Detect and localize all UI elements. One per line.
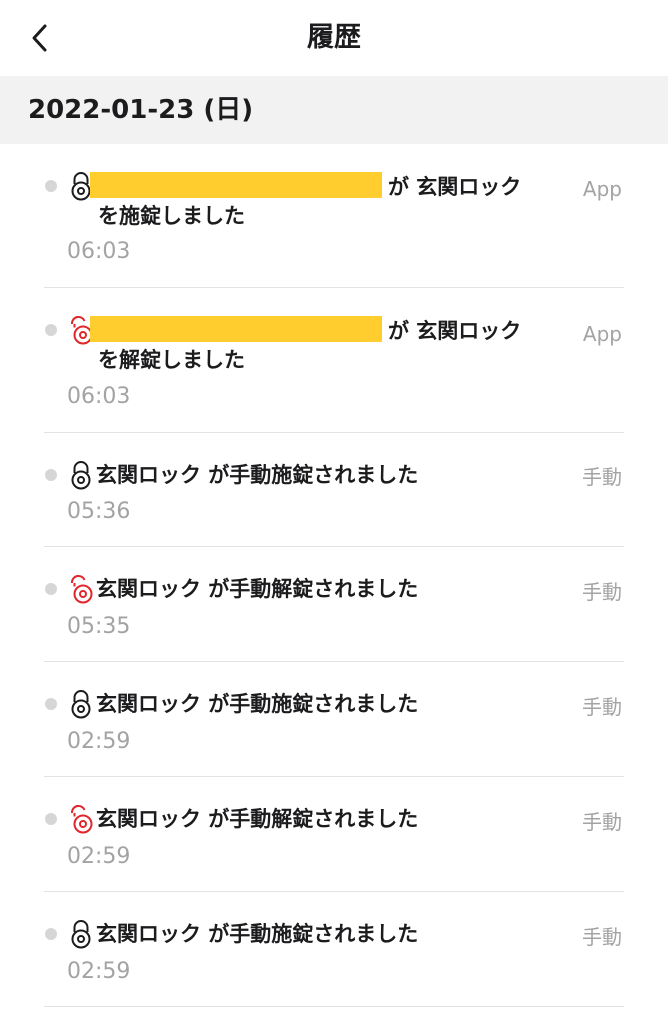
history-entry[interactable]: が 玄関ロック を解錠しました 06:03 App bbox=[0, 288, 668, 433]
entry-source: App bbox=[582, 322, 622, 346]
entry-message: 玄関ロック が手動施錠されました bbox=[96, 463, 419, 487]
entry-time: 06:03 bbox=[67, 239, 131, 264]
redacted-user-name bbox=[90, 316, 382, 342]
history-entry[interactable]: 玄関ロック が手動施錠されました 02:59 手動 bbox=[0, 662, 668, 777]
entry-message: 玄関ロック が手動施錠されました bbox=[96, 922, 419, 946]
entry-message-text: が 玄関ロック bbox=[388, 319, 522, 343]
status-dot bbox=[45, 583, 57, 595]
history-entry[interactable]: 玄関ロック が手動解錠されました 02:59 手動 bbox=[0, 777, 668, 892]
entry-source: 手動 bbox=[582, 810, 622, 834]
row-divider bbox=[44, 1006, 624, 1007]
entry-message: が 玄関ロック を施錠しました bbox=[90, 172, 540, 231]
entry-time: 05:36 bbox=[67, 499, 131, 524]
entry-message: 玄関ロック が手動解錠されました bbox=[96, 577, 419, 601]
entry-time: 02:59 bbox=[67, 844, 131, 869]
entry-source: 手動 bbox=[582, 465, 622, 489]
entry-time: 06:03 bbox=[67, 384, 131, 409]
status-dot bbox=[45, 324, 57, 336]
redacted-user-name bbox=[90, 172, 382, 198]
entry-message-continuation: を解錠しました bbox=[98, 348, 245, 372]
status-dot bbox=[45, 180, 57, 192]
entry-source: 手動 bbox=[582, 925, 622, 949]
status-dot bbox=[45, 698, 57, 710]
entry-message-text: が 玄関ロック bbox=[388, 175, 522, 199]
date-label: 2022-01-23 (日) bbox=[28, 95, 254, 125]
page-title: 履歴 bbox=[307, 22, 361, 53]
lock-open-icon bbox=[71, 804, 93, 834]
entry-time: 05:35 bbox=[67, 614, 131, 639]
status-dot bbox=[45, 928, 57, 940]
entry-source: 手動 bbox=[582, 695, 622, 719]
lock-open-icon bbox=[71, 574, 93, 604]
entry-time: 02:59 bbox=[67, 959, 131, 984]
entry-message: が 玄関ロック を解錠しました bbox=[90, 316, 540, 375]
lock-closed-icon bbox=[71, 461, 91, 490]
navigation-bar: 履歴 bbox=[0, 0, 668, 76]
date-section-header: 2022-01-23 (日) bbox=[0, 76, 668, 144]
history-entry[interactable]: 玄関ロック が手動解錠されました 05:35 手動 bbox=[0, 547, 668, 662]
entry-message-continuation: を施錠しました bbox=[98, 204, 245, 228]
history-entry[interactable]: が 玄関ロック を施錠しました 06:03 App bbox=[0, 144, 668, 288]
status-dot bbox=[45, 813, 57, 825]
lock-closed-icon bbox=[71, 690, 91, 719]
entry-message: 玄関ロック が手動解錠されました bbox=[96, 807, 419, 831]
entry-time: 02:59 bbox=[67, 729, 131, 754]
entry-source: 手動 bbox=[582, 580, 622, 604]
status-dot bbox=[45, 469, 57, 481]
history-entry[interactable]: 玄関ロック が手動施錠されました 02:59 手動 bbox=[0, 892, 668, 1007]
history-entry[interactable]: 玄関ロック が手動施錠されました 05:36 手動 bbox=[0, 433, 668, 547]
entry-message: 玄関ロック が手動施錠されました bbox=[96, 692, 419, 716]
entry-source: App bbox=[582, 177, 622, 201]
lock-closed-icon bbox=[71, 920, 91, 949]
